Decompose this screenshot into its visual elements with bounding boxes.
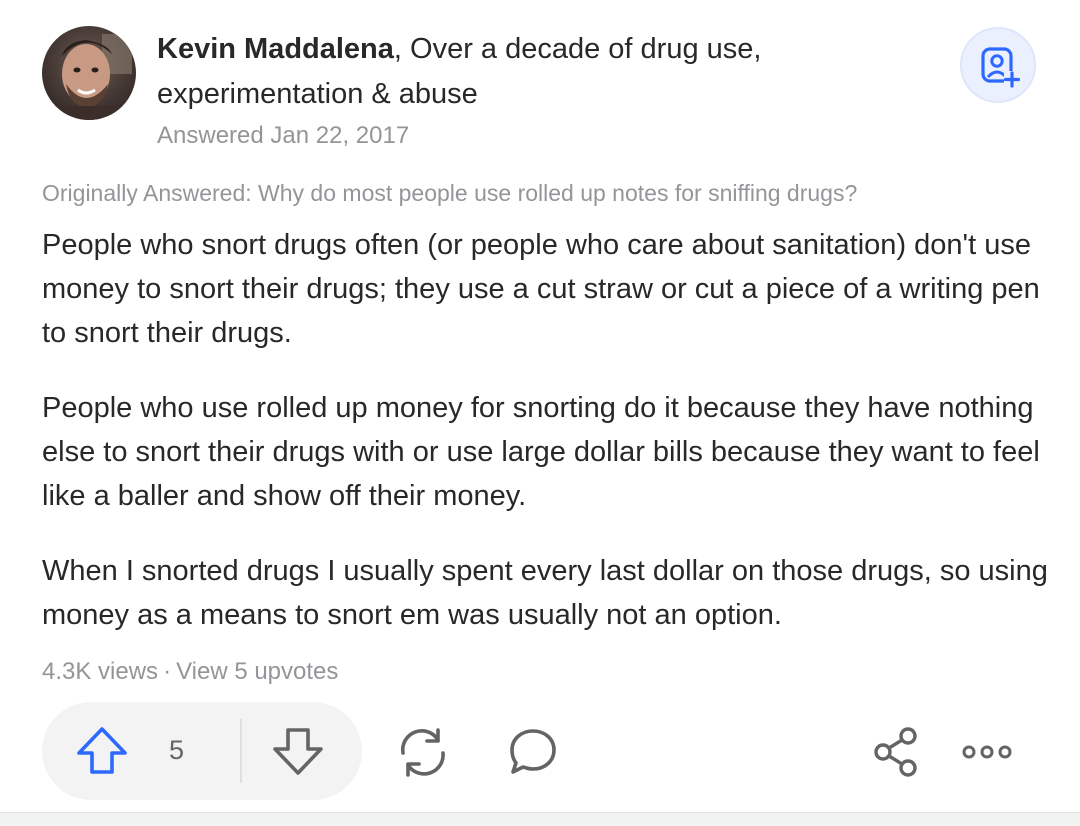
upvote-button[interactable]: 5 [42,702,240,800]
view-upvoters-link[interactable]: View 5 upvotes [176,658,338,685]
answer-stats: 4.3K views · View 5 upvotes [42,658,338,686]
author-avatar[interactable] [42,26,136,120]
originally-answered-question[interactable]: Originally Answered: Why do most people … [42,180,857,207]
follow-author-button[interactable] [960,27,1036,103]
answer-body: People who snort drugs often (or people … [42,223,1052,668]
stats-separator: · [163,658,172,685]
answer-paragraph: When I snorted drugs I usually spent eve… [42,555,1048,631]
upvote-count: 5 [169,735,185,765]
vote-pill: 5 [42,702,362,800]
comment-button[interactable] [504,723,562,781]
more-options-button[interactable] [960,723,1020,781]
share-repost-button[interactable] [394,723,452,781]
bottom-divider [0,812,1080,826]
share-repost-icon [400,728,445,777]
downvote-arrow-icon [273,728,323,775]
comment-bubble-icon [510,729,556,774]
share-button[interactable] [870,723,928,781]
share-nodes-icon [874,727,917,777]
upvote-arrow-icon [77,727,127,774]
answer-paragraph: People who use rolled up money for snort… [42,392,1040,512]
answered-date[interactable]: Answered Jan 22, 2017 [157,122,409,150]
answer-paragraph: People who snort drugs often (or people … [42,229,1040,349]
author-credential-line: Kevin Maddalena, Over a decade of drug u… [157,27,877,117]
author-photo [42,26,136,120]
follow-person-icon [981,47,1020,88]
downvote-button[interactable] [242,702,362,800]
author-name[interactable]: Kevin Maddalena [157,33,394,65]
more-options-icon [962,745,1012,759]
view-count: 4.3K views [42,658,159,685]
